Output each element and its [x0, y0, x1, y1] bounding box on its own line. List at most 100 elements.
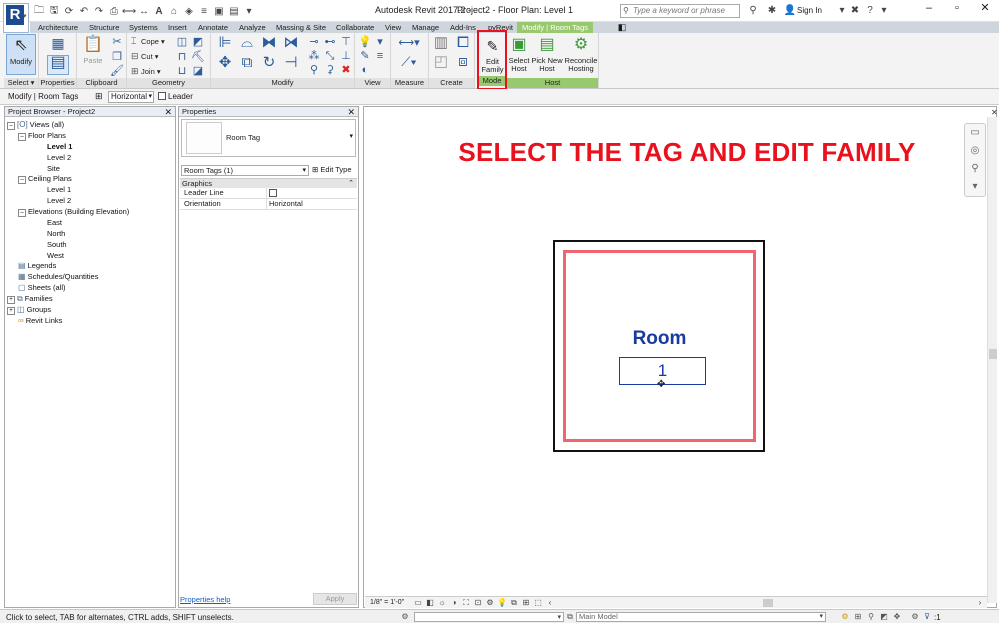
modify-button[interactable]: ⇖ Modify	[6, 34, 36, 75]
select-by-face-icon[interactable]: ◩	[879, 612, 889, 622]
vertical-scrollbar[interactable]	[987, 117, 997, 603]
leader-line-checkbox[interactable]	[269, 189, 277, 197]
exchange-apps-icon[interactable]: ✖	[848, 4, 862, 18]
tree-node-elevations[interactable]: – Elevations (Building Elevation)	[18, 207, 129, 217]
pick-new-host-button[interactable]: ▤ Pick New Host	[531, 34, 563, 73]
remove-paint-icon[interactable]: ◪	[191, 64, 205, 78]
edit-family-button[interactable]: ✎ Edit Family	[480, 35, 505, 74]
move-icon[interactable]: ✥	[215, 55, 235, 74]
edit-type-button[interactable]: ⊞ Edit Type	[312, 164, 357, 176]
subscription-icon[interactable]: ✱	[765, 4, 779, 18]
print-icon[interactable]: ⎙	[108, 5, 120, 17]
select-links-icon[interactable]: ⚙	[840, 612, 850, 622]
mirror-axis-icon[interactable]: ⧓	[259, 35, 279, 54]
cope-button[interactable]: ⌶ Cope ▾	[131, 36, 165, 47]
minimize-icon[interactable]: –	[915, 0, 943, 18]
select-pinned-icon[interactable]: ⚲	[866, 612, 876, 622]
scale-icon[interactable]: ⤡	[323, 49, 337, 63]
tree-node-groups[interactable]: + ◫ Groups	[7, 305, 51, 315]
tree-node-floor-plans[interactable]: – Floor Plans	[18, 131, 66, 141]
tab-manage[interactable]: Manage	[412, 22, 439, 33]
linework-icon[interactable]: ≡	[373, 49, 387, 63]
room-selection-outline[interactable]: Room 1 ✥	[563, 250, 756, 442]
tree-node-revit-links[interactable]: ∞ Revit Links	[18, 316, 62, 325]
unjoin-icon[interactable]: ⊔	[175, 64, 189, 78]
measure-icon[interactable]: ⟷	[122, 5, 136, 17]
open-icon[interactable]: 🗀	[33, 5, 45, 17]
search-input[interactable]: ⚲ Type a keyword or phrase	[620, 4, 740, 18]
sign-in-button[interactable]: Sign In	[797, 6, 822, 15]
close-icon[interactable]: ✕	[971, 0, 999, 18]
copy-clipboard-icon[interactable]: ❐	[110, 50, 124, 64]
room-boundary-walls[interactable]: Room 1 ✥	[553, 240, 765, 452]
tree-node-ceiling-plans[interactable]: – Ceiling Plans	[18, 174, 72, 184]
view-scale[interactable]: 1/8" = 1'-0"	[370, 599, 404, 606]
unpin-icon[interactable]: ⚳	[323, 63, 337, 77]
split-gap-icon[interactable]: ⊷	[323, 35, 337, 49]
highlight-displacement-icon[interactable]: ⬚	[533, 598, 543, 608]
close-hidden-windows-icon[interactable]: ▣	[213, 5, 225, 17]
visual-style-icon[interactable]: ◧	[425, 598, 435, 608]
drag-elements-icon[interactable]: ✥	[892, 612, 902, 622]
hide-in-view-icon[interactable]: 💡	[358, 35, 372, 49]
background-processes-icon[interactable]: ⚙	[910, 612, 920, 622]
tree-node-legends[interactable]: ▤ Legends	[18, 261, 56, 270]
close-icon[interactable]: ✕	[347, 107, 355, 117]
close-icon[interactable]: ✕	[991, 108, 998, 117]
type-selector[interactable]: Room Tag ▾	[181, 119, 356, 157]
temporary-view-properties-icon[interactable]: ⧉	[509, 598, 519, 608]
nav-dropdown-icon[interactable]: ▾	[965, 178, 985, 196]
expand-icon[interactable]: +	[7, 296, 15, 304]
design-options-icon[interactable]: ⧉	[565, 612, 575, 622]
aligned-dimension-icon[interactable]: ⟋▾	[396, 55, 422, 69]
help-dropdown-icon[interactable]: ▾	[877, 4, 891, 18]
override-graphics-icon[interactable]: ✎	[358, 49, 372, 63]
expand-icon[interactable]: +	[7, 307, 15, 315]
horizontal-scrollbar-thumb[interactable]	[763, 599, 773, 607]
application-menu-button[interactable]: R ▾	[3, 3, 29, 33]
close-icon[interactable]: ✕	[164, 107, 172, 117]
create-similar-icon[interactable]: ⧈	[454, 54, 472, 73]
tree-node-sheets[interactable]: ▢ Sheets (all)	[18, 283, 66, 292]
instance-filter-select[interactable]: Room Tags (1) ▾	[181, 165, 309, 176]
room-tag-name[interactable]: Room	[566, 328, 753, 350]
temporary-hide-isolate-icon[interactable]: ⚙	[485, 598, 495, 608]
tree-node-ceiling-level-2[interactable]: Level 2	[47, 196, 71, 205]
detail-level-icon[interactable]: ▭	[413, 598, 423, 608]
tree-node-views[interactable]: – [O] Views (all)	[7, 120, 64, 130]
tree-node-ceiling-level-1[interactable]: Level 1	[47, 185, 71, 194]
pin-icon[interactable]: ⚲	[307, 63, 321, 77]
tab-modify-room-tags[interactable]: Modify | Room Tags	[517, 22, 594, 33]
customize-qat-icon[interactable]: ▾	[243, 5, 255, 17]
align-icon[interactable]: ⊫	[215, 35, 235, 54]
delete-icon[interactable]: ✖	[339, 63, 353, 77]
default-3d-view-icon[interactable]: ⌂	[168, 5, 180, 17]
create-parts-icon[interactable]: ⧠	[454, 35, 472, 54]
offset-icon[interactable]: ⌓	[237, 35, 257, 54]
tree-node-south[interactable]: South	[47, 240, 67, 249]
tab-analyze[interactable]: Analyze	[239, 22, 266, 33]
select-underlay-icon[interactable]: ⊞	[853, 612, 863, 622]
tab-structure[interactable]: Structure	[89, 22, 119, 33]
reveal-hidden-icon[interactable]: 💡	[497, 598, 507, 608]
array-icon[interactable]: ⁂	[307, 49, 321, 63]
ribbon-toggle-icon[interactable]: ◧	[615, 22, 629, 33]
worksets-icon[interactable]: ⚙	[400, 612, 410, 622]
sun-path-icon[interactable]: ☼	[437, 598, 447, 608]
tab-add-ins[interactable]: Add-Ins	[450, 22, 476, 33]
sync-icon[interactable]: ⟳	[63, 5, 75, 17]
tab-systems[interactable]: Systems	[129, 22, 158, 33]
shadows-icon[interactable]: ◑	[449, 598, 459, 608]
thin-lines-icon[interactable]: ≡	[198, 5, 210, 17]
trim-extend-icon[interactable]: ⊣	[281, 55, 301, 74]
reconcile-hosting-button[interactable]: ⚙ Reconcile Hosting	[564, 34, 598, 73]
scroll-right-icon[interactable]: ›	[975, 598, 985, 608]
demolish-icon[interactable]: ⛏	[191, 50, 205, 64]
tab-massing-site[interactable]: Massing & Site	[276, 22, 326, 33]
split-icon[interactable]: ⊸	[307, 35, 321, 49]
maximize-icon[interactable]: ▫	[943, 0, 971, 18]
cut-geometry-button[interactable]: ⊟ Cut ▾	[131, 51, 159, 62]
crop-view-icon[interactable]: ⛶	[461, 598, 471, 608]
scroll-left-icon[interactable]: ‹	[545, 598, 555, 608]
scrollbar-thumb[interactable]	[989, 349, 997, 359]
